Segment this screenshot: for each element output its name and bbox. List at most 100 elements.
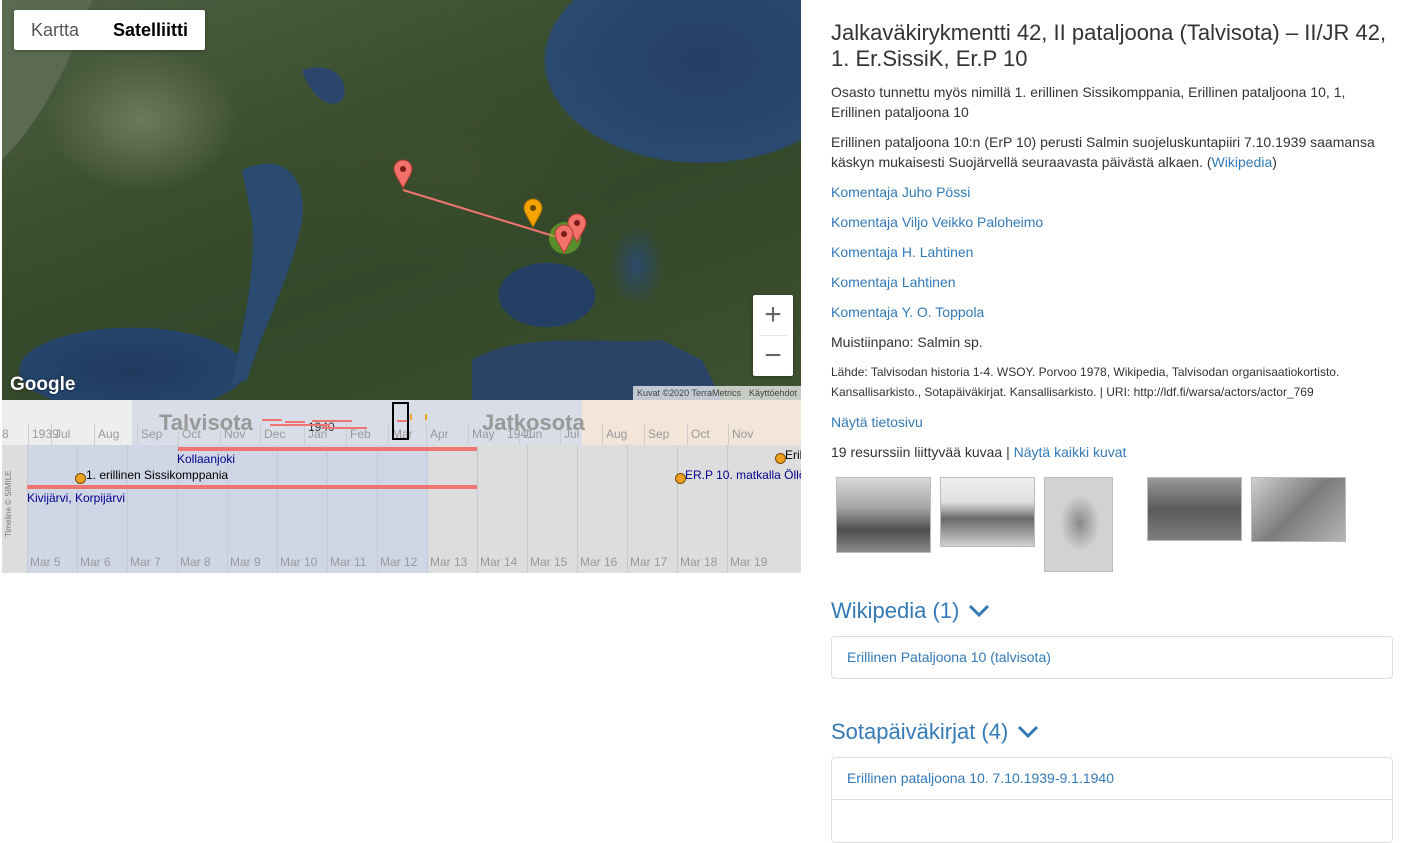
month-tick-label: Jul [564,427,580,441]
wikipedia-section-title: Wikipedia (1) [831,598,960,623]
day-tick-label: Mar 12 [380,555,418,569]
mini-event-bar [322,427,367,429]
wikipedia-item-link[interactable]: Erillinen Pataljoona 10 (talvisota) [847,649,1051,665]
month-tick-label: Jul [55,427,71,441]
timeline[interactable]: Talvisota Jatkosota 8 1939 Jul Aug Sep Oct Nov… [2,400,801,573]
map-type-kartta-button[interactable]: Kartta [14,10,96,50]
photo-thumbnail[interactable] [1147,477,1242,541]
month-gridline [28,424,29,445]
event-kivijarvi[interactable]: Kivijärvi, Korpijärvi [27,491,125,505]
list-divider [832,799,1392,800]
month-tick-label: Oct [182,427,201,441]
day-tick-label: Mar 11 [330,555,367,569]
show-info-page-link[interactable]: Näytä tietosivu [831,414,923,430]
commander-item: Komentaja Viljo Veikko Paloheimo [831,212,1393,232]
mini-event-bar [285,421,305,423]
month-tick-label: Nov [224,427,246,441]
map-type-control: Kartta Satelliitti [14,10,206,50]
month-gridline [304,424,305,445]
diaries-section-title: Sotapäiväkirjat (4) [831,719,1009,744]
note-text: Muistiinpano: Salmin sp. [831,334,983,350]
timeline-overview-band[interactable]: Talvisota Jatkosota 8 1939 Jul Aug Sep Oct Nov… [2,400,801,445]
zoom-control: + − [753,295,793,376]
month-gridline [137,424,138,445]
diaries-section-header[interactable]: Sotapäiväkirjat (4) [831,719,1039,745]
day-gridline [627,445,628,573]
photo-thumbnail[interactable] [836,477,931,553]
day-tick-label: Mar 19 [730,555,768,569]
wikipedia-section-header[interactable]: Wikipedia (1) [831,598,990,624]
year-label: 1941 [507,427,534,441]
timeline-viewport-marker[interactable] [392,402,409,440]
mini-event-bar [312,420,352,422]
month-tick-label: May [472,427,495,441]
day-gridline [27,445,28,573]
month-gridline [468,424,469,445]
map[interactable]: Kartta Satelliitti + − Google Kuvat ©202… [2,0,801,400]
lake-shape [232,163,303,385]
day-gridline [377,445,378,573]
event-bar[interactable] [178,447,477,451]
map-pin-icon[interactable] [554,224,574,254]
month-tick-label: Apr [430,427,449,441]
show-all-images-link[interactable]: Näytä kaikki kuvat [1014,444,1127,460]
mini-event-tick [425,414,427,420]
day-tick-label: Mar 16 [580,555,618,569]
commander-item: Komentaja Lahtinen [831,272,1393,292]
month-tick-label: Nov [732,427,754,441]
wikipedia-link[interactable]: Wikipedia [1212,154,1273,170]
zoom-out-button[interactable]: − [753,336,793,376]
day-gridline [427,445,428,573]
month-gridline [426,424,427,445]
mini-event-bar [270,424,330,426]
mini-event-bar [262,419,282,421]
event-bar[interactable] [27,485,477,489]
terms-link[interactable]: Käyttöehdot [749,386,797,400]
month-gridline [260,424,261,445]
map-pin-icon[interactable] [523,198,543,228]
month-tick-label: Sep [648,427,670,441]
day-tick-label: Mar 18 [680,555,718,569]
month-gridline [644,424,645,445]
timeline-detail-band[interactable]: Kollaanjoki 1. erillinen Sissikomppania … [2,445,801,573]
event-erp-matkalla[interactable]: ER.P 10. matkalla Öllö [685,468,801,482]
description-body: Erillinen pataljoona 10:n (ErP 10) perus… [831,134,1375,170]
alias-text: Osasto tunnettu myös nimillä 1. erilline… [831,84,1346,120]
day-tick-label: Mar 5 [30,555,61,569]
map-overlay [2,0,722,400]
event-sissikomppania[interactable]: 1. erillinen Sissikomppania [86,468,228,482]
zoom-in-button[interactable]: + [753,295,793,335]
chevron-down-icon [968,604,989,618]
commander-link[interactable]: Komentaja Y. O. Toppola [831,304,984,320]
commander-link[interactable]: Komentaja H. Lahtinen [831,244,973,260]
event-dot[interactable] [75,473,86,484]
map-pin-icon[interactable] [393,159,413,189]
event-kollaanjoki[interactable]: Kollaanjoki [177,452,235,466]
month-tick-label: Aug [606,427,628,441]
diary-item-link[interactable]: Erillinen pataljoona 10. 7.10.1939-9.1.1… [847,770,1114,786]
source-text: Lähde: Talvisodan historia 1-4. WSOY. Po… [831,365,1340,399]
month-gridline [388,424,389,445]
day-gridline [527,445,528,573]
month-gridline [94,424,95,445]
mini-event-tick [410,414,412,420]
separator: | [1006,444,1010,460]
day-tick-label: Mar 6 [80,555,111,569]
commander-link[interactable]: Komentaja Juho Pössi [831,184,970,200]
month-gridline [728,424,729,445]
photo-thumbnail[interactable] [1251,477,1346,542]
info-page-paragraph: Näytä tietosivu [831,412,1393,432]
event-eril[interactable]: Eril [785,448,801,462]
commander-item: Komentaja H. Lahtinen [831,242,1393,262]
day-gridline [577,445,578,573]
map-type-satelliitti-button[interactable]: Satelliitti [96,10,205,50]
commander-item: Komentaja Y. O. Toppola [831,302,1393,322]
simile-credit: Timeline © SIMILE [4,470,13,537]
commander-link[interactable]: Komentaja Viljo Veikko Paloheimo [831,214,1043,230]
commander-link[interactable]: Komentaja Lahtinen [831,274,956,290]
photo-thumbnail[interactable] [940,477,1035,547]
lake-shape [302,67,345,104]
google-logo: Google [10,374,76,395]
photo-thumbnail[interactable] [1044,477,1113,572]
chevron-down-icon [1017,725,1038,739]
